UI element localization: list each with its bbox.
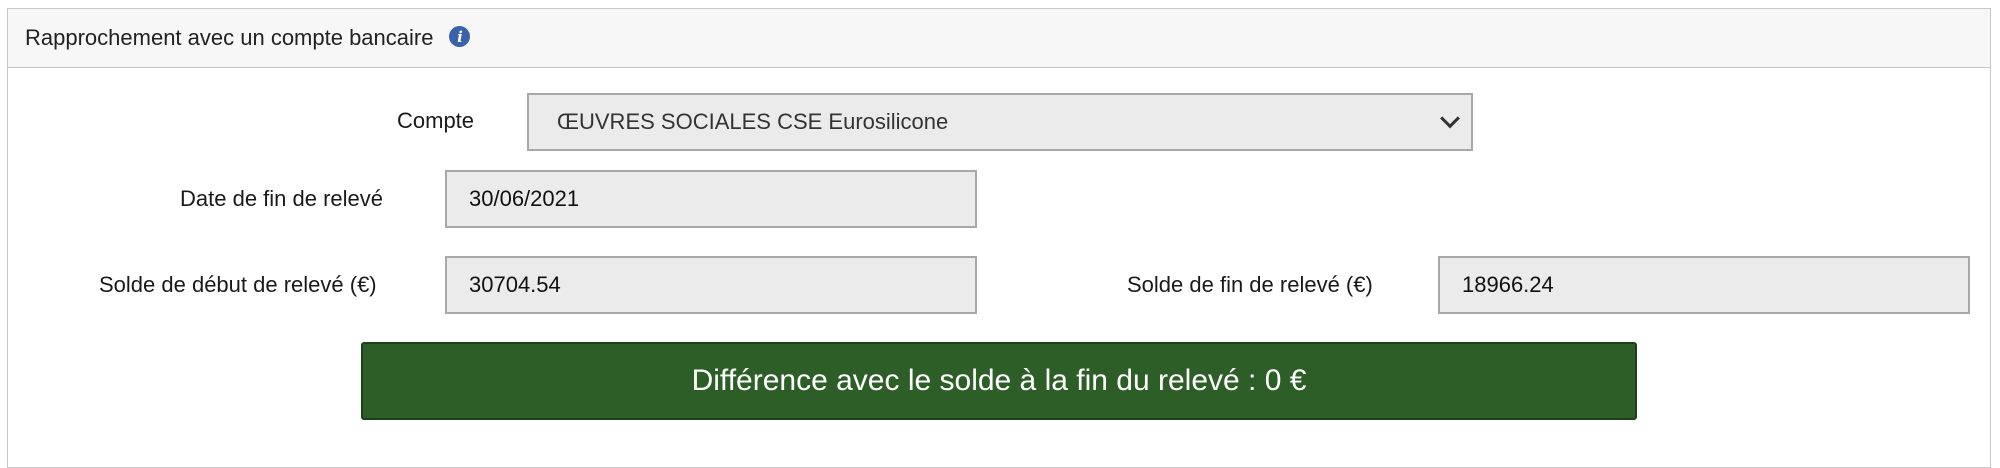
account-label: Compte <box>397 108 475 133</box>
start-balance-field[interactable]: 30704.54 <box>445 256 977 314</box>
end-balance-label: Solde de fin de relevé (€) <box>1127 272 1373 297</box>
difference-label: Différence avec le solde à la fin du rel… <box>691 364 1307 397</box>
start-balance-label: Solde de début de relevé (€) <box>99 272 377 297</box>
end-date-value: 30/06/2021 <box>469 186 580 211</box>
account-select-value: ŒUVRES SOCIALES CSE Eurosilicone <box>557 109 949 134</box>
chevron-down-icon <box>1440 108 1460 129</box>
difference-button[interactable]: Différence avec le solde à la fin du rel… <box>361 342 1637 420</box>
account-select[interactable]: ŒUVRES SOCIALES CSE Eurosilicone <box>527 93 1473 151</box>
end-date-label: Date de fin de relevé <box>180 186 384 211</box>
panel-header: Rapprochement avec un compte bancaire i <box>8 9 1990 68</box>
panel-title: Rapprochement avec un compte bancaire <box>25 25 434 50</box>
end-balance-value: 18966.24 <box>1462 272 1554 297</box>
start-balance-value: 30704.54 <box>469 272 561 297</box>
end-balance-field[interactable]: 18966.24 <box>1438 256 1970 314</box>
end-date-field[interactable]: 30/06/2021 <box>445 170 977 228</box>
info-icon[interactable]: i <box>449 26 471 47</box>
